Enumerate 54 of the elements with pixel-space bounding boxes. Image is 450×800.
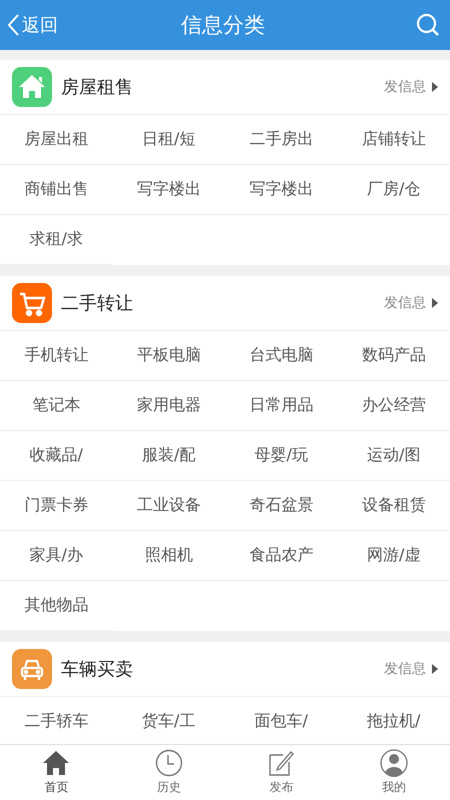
subcategory-link[interactable]: 日常用品 [249,395,314,416]
back-chevron-icon [6,13,20,37]
category-title: 房屋租售 [61,76,134,99]
subcategory-link[interactable]: 设备租赁 [362,495,426,516]
subcategory-link[interactable]: 写字楼出 [136,179,201,200]
subcategory-link[interactable]: 工业设备 [136,495,201,516]
clock-icon [154,749,183,777]
edit-icon [267,749,296,777]
subcategory-link[interactable]: 商铺出售 [24,179,88,200]
subcategory-link[interactable]: 面包车/ [254,711,308,732]
subcategory-link[interactable]: 食品农产 [249,545,314,566]
search-icon [416,13,440,37]
subcategory-link[interactable]: 拖拉机/ [367,711,420,732]
subcategory-link[interactable]: 笔记本 [32,395,80,416]
subcategory-link[interactable]: 写字楼出 [249,179,314,200]
subcategory-link[interactable]: 二手房出 [249,129,314,150]
subcategory-link[interactable]: 其他物品 [24,595,88,616]
subcategory-link[interactable]: 照相机 [144,545,193,566]
caret-icon [432,664,438,674]
category-title: 车辆买卖 [61,658,134,681]
post-link[interactable]: 发信息 [384,660,438,678]
subcategory-link[interactable]: 收藏品/ [30,445,83,466]
subcategory-link[interactable]: 店铺转让 [362,129,426,150]
caret-icon [432,298,438,308]
subcategory-link[interactable]: 求租/求 [30,229,83,250]
subcategory-link[interactable]: 台式电脑 [249,345,314,366]
subcategory-link[interactable]: 奇石盆景 [249,495,314,516]
post-link[interactable]: 发信息 [384,294,438,312]
caret-icon [432,82,438,92]
subcategory-link[interactable]: 门票卡券 [24,495,88,516]
subcategory-link[interactable]: 手机转让 [24,345,88,366]
page-title: 信息分类 [181,12,265,39]
subcategory-link[interactable]: 日租/短 [142,129,196,150]
category-title: 二手转让 [61,292,134,315]
subcategory-link[interactable]: 家用电器 [136,395,201,416]
subcategory-link[interactable]: 二手轿车 [24,711,88,732]
tab[interactable]: 历史 [112,745,225,800]
home-icon [42,749,70,777]
tab[interactable]: 首页 [0,745,112,800]
subcategory-link[interactable]: 办公经营 [362,395,426,416]
tab[interactable]: 我的 [338,745,450,800]
subcategory-link[interactable]: 家具/办 [30,545,83,566]
subcategory-link[interactable]: 服装/配 [142,445,196,466]
user-icon [380,749,408,777]
tab[interactable]: 发布 [225,745,338,800]
subcategory-link[interactable]: 运动/图 [367,445,420,466]
subcategory-link[interactable]: 房屋出租 [24,129,88,150]
subcategory-link[interactable]: 货车/工 [142,711,196,732]
subcategory-link[interactable]: 数码产品 [362,345,426,366]
post-link[interactable]: 发信息 [384,78,438,96]
subcategory-link[interactable]: 平板电脑 [136,345,201,366]
subcategory-link[interactable]: 母婴/玩 [254,445,308,466]
subcategory-link[interactable]: 网游/虚 [367,545,420,566]
subcategory-link[interactable]: 厂房/仓 [367,179,420,200]
